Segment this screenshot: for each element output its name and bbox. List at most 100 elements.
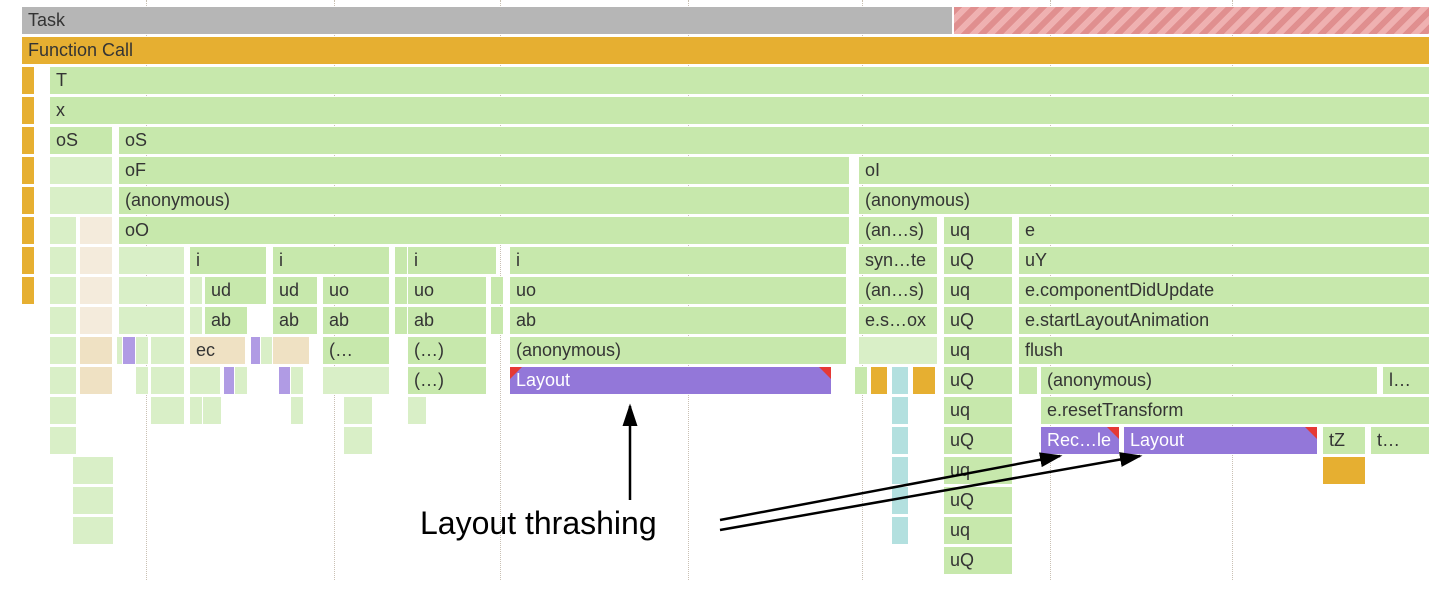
flame-bar[interactable]: ab <box>322 306 390 335</box>
flame-bar[interactable]: T <box>49 66 1430 95</box>
flame-bar[interactable] <box>72 486 114 515</box>
flame-bar[interactable]: uQ <box>943 366 1013 395</box>
flame-bar[interactable]: (… <box>322 336 390 365</box>
flame-bar[interactable] <box>189 366 221 395</box>
flame-bar[interactable] <box>234 366 248 395</box>
flame-bar[interactable]: e <box>1018 216 1430 245</box>
flame-bar[interactable]: i <box>509 246 847 275</box>
flame-bar[interactable] <box>135 366 149 395</box>
flame-bar[interactable]: e.resetTransform <box>1040 396 1430 425</box>
flame-bar[interactable]: Task <box>21 6 953 35</box>
flame-bar[interactable] <box>343 396 373 425</box>
flame-bar[interactable]: ab <box>509 306 847 335</box>
flame-bar[interactable]: ec <box>189 336 246 365</box>
flame-bar[interactable] <box>891 486 909 515</box>
flame-bar[interactable]: (…) <box>407 336 487 365</box>
flame-bar[interactable]: uQ <box>943 426 1013 455</box>
flame-bar[interactable] <box>854 366 868 395</box>
flame-bar[interactable] <box>272 336 310 365</box>
flame-bar[interactable]: uQ <box>943 246 1013 275</box>
flame-bar[interactable]: uY <box>1018 246 1430 275</box>
flame-bar[interactable]: uo <box>322 276 390 305</box>
flame-bar[interactable] <box>1322 456 1366 485</box>
flame-bar[interactable]: uQ <box>943 306 1013 335</box>
flame-bar[interactable]: ab <box>204 306 248 335</box>
flame-bar[interactable]: flush <box>1018 336 1430 365</box>
flame-bar[interactable]: (anonymous) <box>858 186 1430 215</box>
flame-bar[interactable] <box>118 276 185 305</box>
flame-bar[interactable] <box>49 156 113 185</box>
flame-bar[interactable]: i <box>189 246 267 275</box>
flame-bar[interactable]: oI <box>858 156 1430 185</box>
flame-bar[interactable] <box>49 396 77 425</box>
flame-chart[interactable]: TaskFunction CallTxoSoSoFoI(anonymous)(a… <box>0 0 1433 602</box>
flame-bar[interactable] <box>49 216 77 245</box>
flame-bar[interactable] <box>49 336 77 365</box>
flame-bar[interactable] <box>21 246 35 275</box>
flame-bar[interactable]: uq <box>943 276 1013 305</box>
flame-bar[interactable] <box>135 336 149 365</box>
flame-bar[interactable] <box>21 186 35 215</box>
flame-bar[interactable]: uo <box>407 276 487 305</box>
flame-bar[interactable] <box>49 426 77 455</box>
flame-bar[interactable] <box>49 306 77 335</box>
flame-bar[interactable]: syn…te <box>858 246 938 275</box>
flame-bar[interactable]: uq <box>943 456 1013 485</box>
flame-bar[interactable]: oS <box>49 126 113 155</box>
flame-bar[interactable]: i <box>407 246 497 275</box>
flame-bar[interactable] <box>394 306 408 335</box>
flame-bar[interactable] <box>21 276 35 305</box>
flame-bar[interactable] <box>891 516 909 545</box>
flame-bar[interactable] <box>150 336 185 365</box>
flame-bar[interactable]: tZ <box>1322 426 1366 455</box>
flame-bar[interactable] <box>870 366 888 395</box>
flame-bar[interactable] <box>150 366 185 395</box>
flame-bar[interactable] <box>490 276 504 305</box>
flame-bar[interactable] <box>953 6 1430 35</box>
flame-bar[interactable] <box>891 456 909 485</box>
flame-bar[interactable]: oS <box>118 126 1430 155</box>
flame-bar[interactable] <box>49 366 77 395</box>
flame-bar[interactable] <box>49 276 77 305</box>
flame-bar[interactable] <box>79 246 113 275</box>
flame-bar[interactable] <box>343 426 373 455</box>
flame-bar[interactable] <box>49 246 77 275</box>
flame-bar[interactable] <box>189 306 203 335</box>
flame-bar[interactable]: l… <box>1382 366 1430 395</box>
flame-bar[interactable]: x <box>49 96 1430 125</box>
flame-bar[interactable]: e.startLayoutAnimation <box>1018 306 1430 335</box>
flame-bar[interactable] <box>290 366 304 395</box>
flame-bar[interactable]: uq <box>943 396 1013 425</box>
flame-bar[interactable] <box>189 276 203 305</box>
flame-bar[interactable]: uq <box>943 516 1013 545</box>
flame-bar[interactable] <box>72 456 114 485</box>
flame-bar[interactable]: i <box>272 246 390 275</box>
flame-bar[interactable]: uQ <box>943 486 1013 515</box>
flame-bar[interactable] <box>490 306 504 335</box>
flame-bar[interactable]: (anonymous) <box>1040 366 1378 395</box>
flame-bar[interactable] <box>858 336 938 365</box>
flame-bar[interactable] <box>891 426 909 455</box>
flame-bar[interactable]: (anonymous) <box>509 336 847 365</box>
flame-bar[interactable] <box>394 276 408 305</box>
flame-bar[interactable]: Layout <box>1123 426 1318 455</box>
flame-bar[interactable]: oO <box>118 216 850 245</box>
flame-bar[interactable]: Layout <box>509 366 832 395</box>
flame-bar[interactable] <box>1018 366 1038 395</box>
flame-bar[interactable] <box>21 216 35 245</box>
flame-bar[interactable] <box>79 216 113 245</box>
flame-bar[interactable]: (an…s) <box>858 276 938 305</box>
flame-bar[interactable]: e.s…ox <box>858 306 938 335</box>
flame-bar[interactable] <box>202 396 222 425</box>
flame-bar[interactable]: t… <box>1370 426 1430 455</box>
flame-bar[interactable] <box>891 366 909 395</box>
flame-bar[interactable]: e.componentDidUpdate <box>1018 276 1430 305</box>
flame-bar[interactable]: Rec…le <box>1040 426 1120 455</box>
flame-bar[interactable] <box>322 366 390 395</box>
flame-bar[interactable] <box>118 306 185 335</box>
flame-bar[interactable] <box>21 66 35 95</box>
flame-bar[interactable] <box>79 336 113 365</box>
flame-bar[interactable] <box>118 246 185 275</box>
flame-bar[interactable] <box>72 516 114 545</box>
flame-bar[interactable] <box>79 306 113 335</box>
